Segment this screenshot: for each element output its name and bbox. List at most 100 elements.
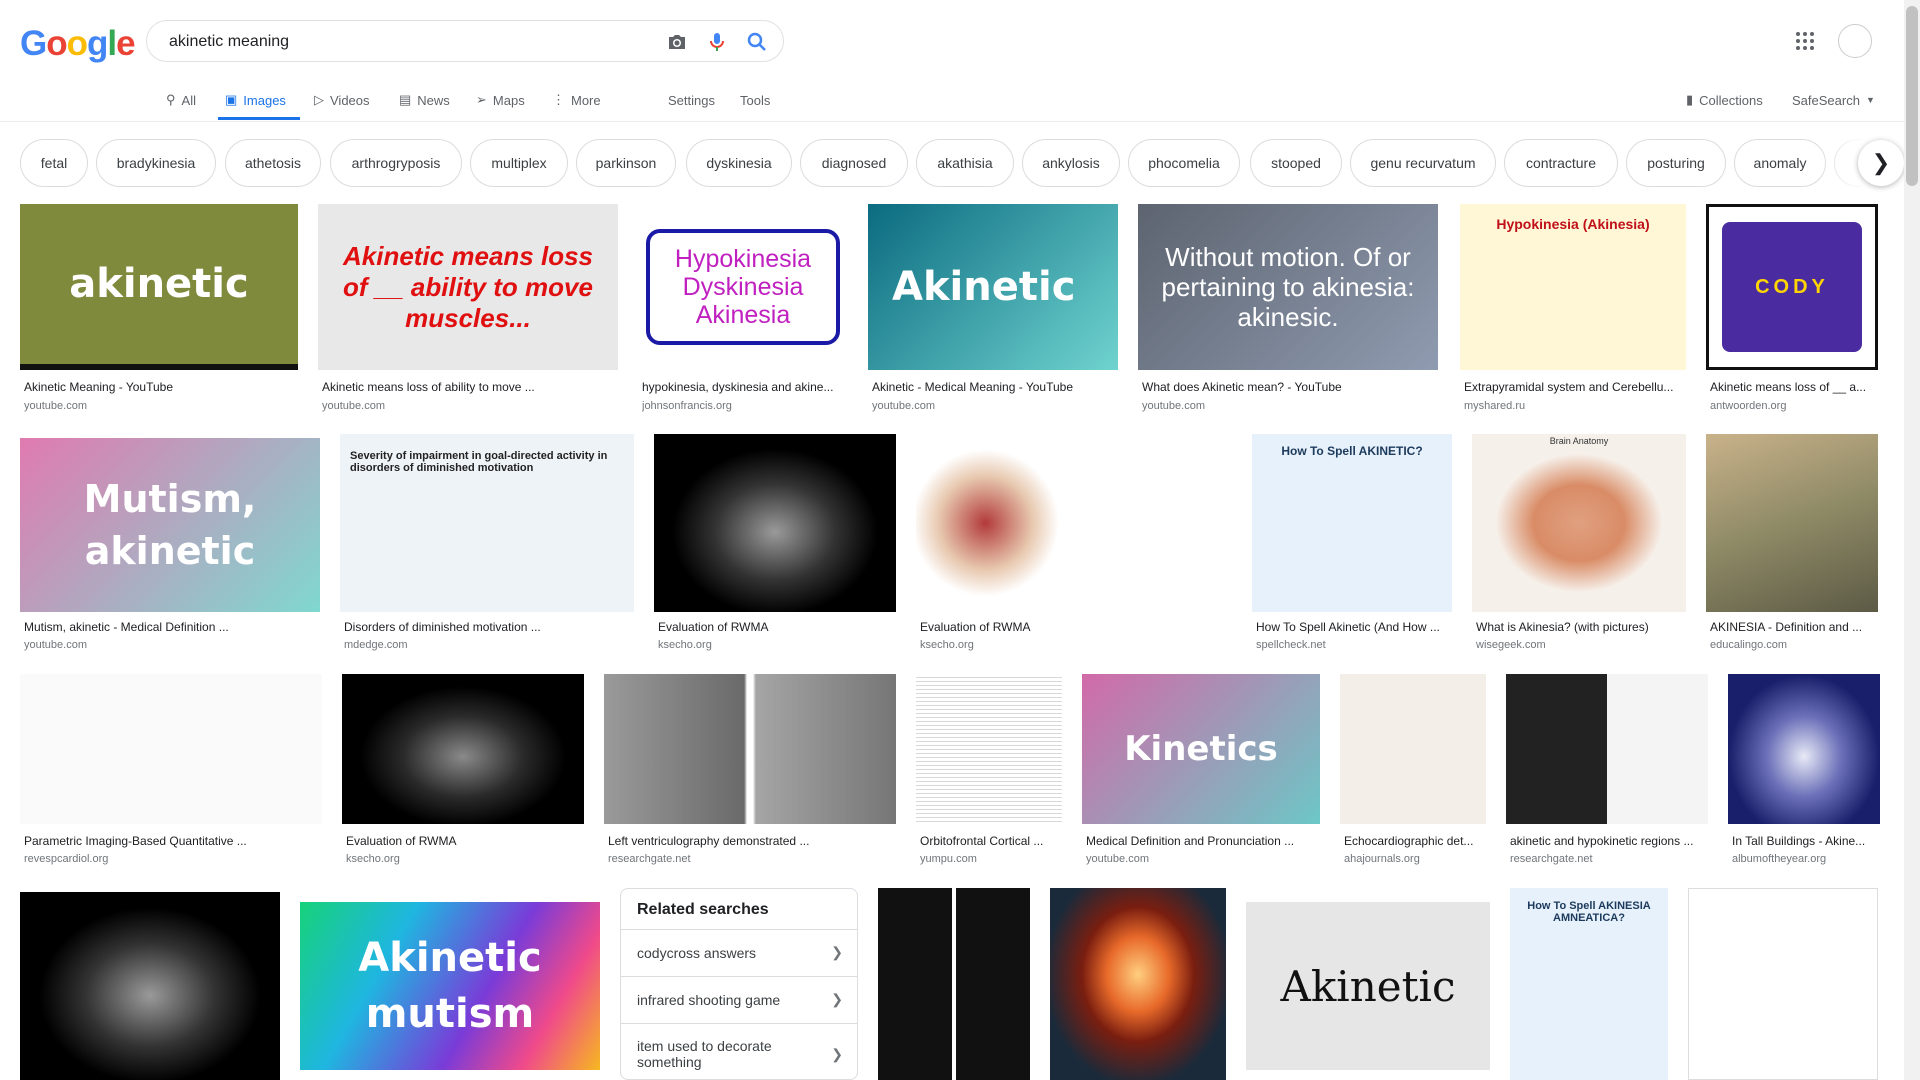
result-title[interactable]: How To Spell Akinetic (And How ...: [1256, 620, 1448, 634]
image-result[interactable]: Akinetic mutism: [300, 902, 600, 1070]
camera-icon[interactable]: [665, 30, 689, 54]
result-title[interactable]: hypokinesia, dyskinesia and akine...: [642, 380, 844, 394]
image-result[interactable]: AKINESIA - Definition and ... educalingo…: [1706, 434, 1878, 656]
image-result[interactable]: Left ventriculography demonstrated ... r…: [604, 674, 896, 870]
result-title[interactable]: Medical Definition and Pronunciation ...: [1086, 834, 1316, 848]
apps-grid-icon[interactable]: [1796, 32, 1814, 50]
tab-all[interactable]: ⚲ All: [166, 90, 196, 110]
result-site[interactable]: ksecho.org: [658, 639, 712, 651]
result-title[interactable]: Parametric Imaging-Based Quantitative ..…: [24, 834, 318, 848]
image-result[interactable]: Evaluation of RWMA ksecho.org: [342, 674, 584, 870]
collections-link[interactable]: ▮ Collections: [1686, 90, 1763, 110]
result-site[interactable]: revespcardiol.org: [24, 853, 108, 865]
result-site[interactable]: researchgate.net: [608, 853, 691, 865]
result-title[interactable]: What does Akinetic mean? - YouTube: [1142, 380, 1434, 394]
chip[interactable]: athetosis: [225, 139, 321, 187]
result-title[interactable]: Extrapyramidal system and Cerebellu...: [1464, 380, 1682, 394]
chip[interactable]: multiplex: [470, 139, 568, 187]
result-site[interactable]: wisegeek.com: [1476, 639, 1546, 651]
result-title[interactable]: Evaluation of RWMA: [346, 834, 580, 848]
image-result[interactable]: Mutism, akinetic Mutism, akinetic - Medi…: [20, 434, 320, 656]
chip[interactable]: stooped: [1250, 139, 1342, 187]
result-site[interactable]: youtube.com: [322, 400, 385, 412]
image-result[interactable]: [1050, 888, 1226, 1080]
result-title[interactable]: Disorders of diminished motivation ...: [344, 620, 630, 634]
result-site[interactable]: youtube.com: [24, 639, 87, 651]
safesearch-menu[interactable]: SafeSearch ▼: [1792, 90, 1875, 110]
chip-scroll-right-button[interactable]: ❯: [1858, 140, 1904, 186]
result-title[interactable]: What is Akinesia? (with pictures): [1476, 620, 1682, 634]
image-result[interactable]: How To Spell AKINESIA AMNEATICA?: [1510, 888, 1668, 1080]
result-site[interactable]: mdedge.com: [344, 639, 408, 651]
result-title[interactable]: In Tall Buildings - Akine...: [1732, 834, 1876, 848]
chip[interactable]: parkinson: [576, 139, 676, 187]
result-site[interactable]: youtube.com: [24, 400, 87, 412]
result-title[interactable]: Akinetic Meaning - YouTube: [24, 380, 294, 394]
chip[interactable]: arthrogryposis: [330, 139, 462, 187]
related-search-item[interactable]: codycross answers ❯: [621, 929, 857, 976]
image-result[interactable]: Evaluation of RWMA ksecho.org: [916, 434, 1232, 656]
result-title[interactable]: Evaluation of RWMA: [658, 620, 892, 634]
image-result[interactable]: Akinetic: [1246, 902, 1490, 1070]
google-logo[interactable]: Google: [20, 24, 136, 64]
related-search-item[interactable]: infrared shooting game ❯: [621, 976, 857, 1023]
chip[interactable]: dyskinesia: [686, 139, 792, 187]
image-result[interactable]: Hypokinesia Dyskinesia Akinesia hypokine…: [638, 204, 848, 414]
image-result[interactable]: Akinetic Akinetic - Medical Meaning - Yo…: [868, 204, 1118, 414]
image-result[interactable]: Severity of impairment in goal-directed …: [340, 434, 634, 656]
result-site[interactable]: researchgate.net: [1510, 853, 1593, 865]
image-result[interactable]: Echocardiographic det... ahajournals.org: [1340, 674, 1486, 870]
result-title[interactable]: Akinetic means loss of ability to move .…: [322, 380, 614, 394]
result-title[interactable]: Akinetic means loss of __ a...: [1710, 380, 1874, 394]
settings-link[interactable]: Settings: [668, 90, 715, 110]
image-result[interactable]: Hypokinesia (Akinesia) Extrapyramidal sy…: [1460, 204, 1686, 414]
tab-more[interactable]: ⋮ More: [552, 90, 601, 110]
image-result[interactable]: In Tall Buildings - Akine... albumofthey…: [1728, 674, 1880, 870]
result-title[interactable]: Mutism, akinetic - Medical Definition ..…: [24, 620, 316, 634]
related-search-item[interactable]: item used to decorate something ❯: [621, 1023, 857, 1079]
chip[interactable]: anomaly: [1734, 139, 1826, 187]
account-avatar[interactable]: [1838, 24, 1872, 58]
image-result[interactable]: CODY Akinetic means loss of __ a... antw…: [1706, 204, 1878, 414]
image-result[interactable]: Parametric Imaging-Based Quantitative ..…: [20, 674, 322, 870]
result-title[interactable]: Orbitofrontal Cortical ...: [920, 834, 1058, 848]
result-site[interactable]: ahajournals.org: [1344, 853, 1420, 865]
result-site[interactable]: youtube.com: [1142, 400, 1205, 412]
microphone-icon[interactable]: [705, 30, 729, 54]
result-title[interactable]: akinetic and hypokinetic regions ...: [1510, 834, 1704, 848]
result-site[interactable]: spellcheck.net: [1256, 639, 1326, 651]
image-result[interactable]: How To Spell AKINETIC? How To Spell Akin…: [1252, 434, 1452, 656]
result-site[interactable]: myshared.ru: [1464, 400, 1525, 412]
chip[interactable]: ankylosis: [1022, 139, 1120, 187]
image-result[interactable]: akinetic and hypokinetic regions ... res…: [1506, 674, 1708, 870]
chip[interactable]: genu recurvatum: [1350, 139, 1496, 187]
tools-link[interactable]: Tools: [740, 90, 770, 110]
result-site[interactable]: albumoftheyear.org: [1732, 853, 1826, 865]
image-result[interactable]: Without motion. Of or pertaining to akin…: [1138, 204, 1438, 414]
chip[interactable]: posturing: [1626, 139, 1726, 187]
result-site[interactable]: johnsonfrancis.org: [642, 400, 732, 412]
tab-images[interactable]: ▣ Images: [225, 90, 286, 110]
chip[interactable]: akathisia: [916, 139, 1014, 187]
search-icon[interactable]: [745, 30, 769, 54]
chip[interactable]: contracture: [1504, 139, 1618, 187]
result-site[interactable]: antwoorden.org: [1710, 400, 1786, 412]
image-result[interactable]: Akinetic means loss of __ ability to mov…: [318, 204, 618, 414]
result-site[interactable]: yumpu.com: [920, 853, 977, 865]
result-title[interactable]: Evaluation of RWMA: [920, 620, 1228, 634]
image-result[interactable]: Evaluation of RWMA ksecho.org: [654, 434, 896, 656]
chip[interactable]: bradykinesia: [96, 139, 216, 187]
result-site[interactable]: youtube.com: [1086, 853, 1149, 865]
result-site[interactable]: youtube.com: [872, 400, 935, 412]
tab-maps[interactable]: ➢ Maps: [476, 90, 525, 110]
image-result[interactable]: Brain Anatomy What is Akinesia? (with pi…: [1472, 434, 1686, 656]
result-title[interactable]: Echocardiographic det...: [1344, 834, 1482, 848]
search-box[interactable]: [146, 20, 784, 62]
chip[interactable]: fetal: [20, 139, 88, 187]
result-site[interactable]: ksecho.org: [920, 639, 974, 651]
image-result[interactable]: Orbitofrontal Cortical ... yumpu.com: [916, 674, 1062, 870]
result-site[interactable]: ksecho.org: [346, 853, 400, 865]
chip[interactable]: diagnosed: [800, 139, 908, 187]
image-result[interactable]: Kinetics Medical Definition and Pronunci…: [1082, 674, 1320, 870]
image-result[interactable]: akinetic Akinetic Meaning - YouTube yout…: [20, 204, 298, 414]
